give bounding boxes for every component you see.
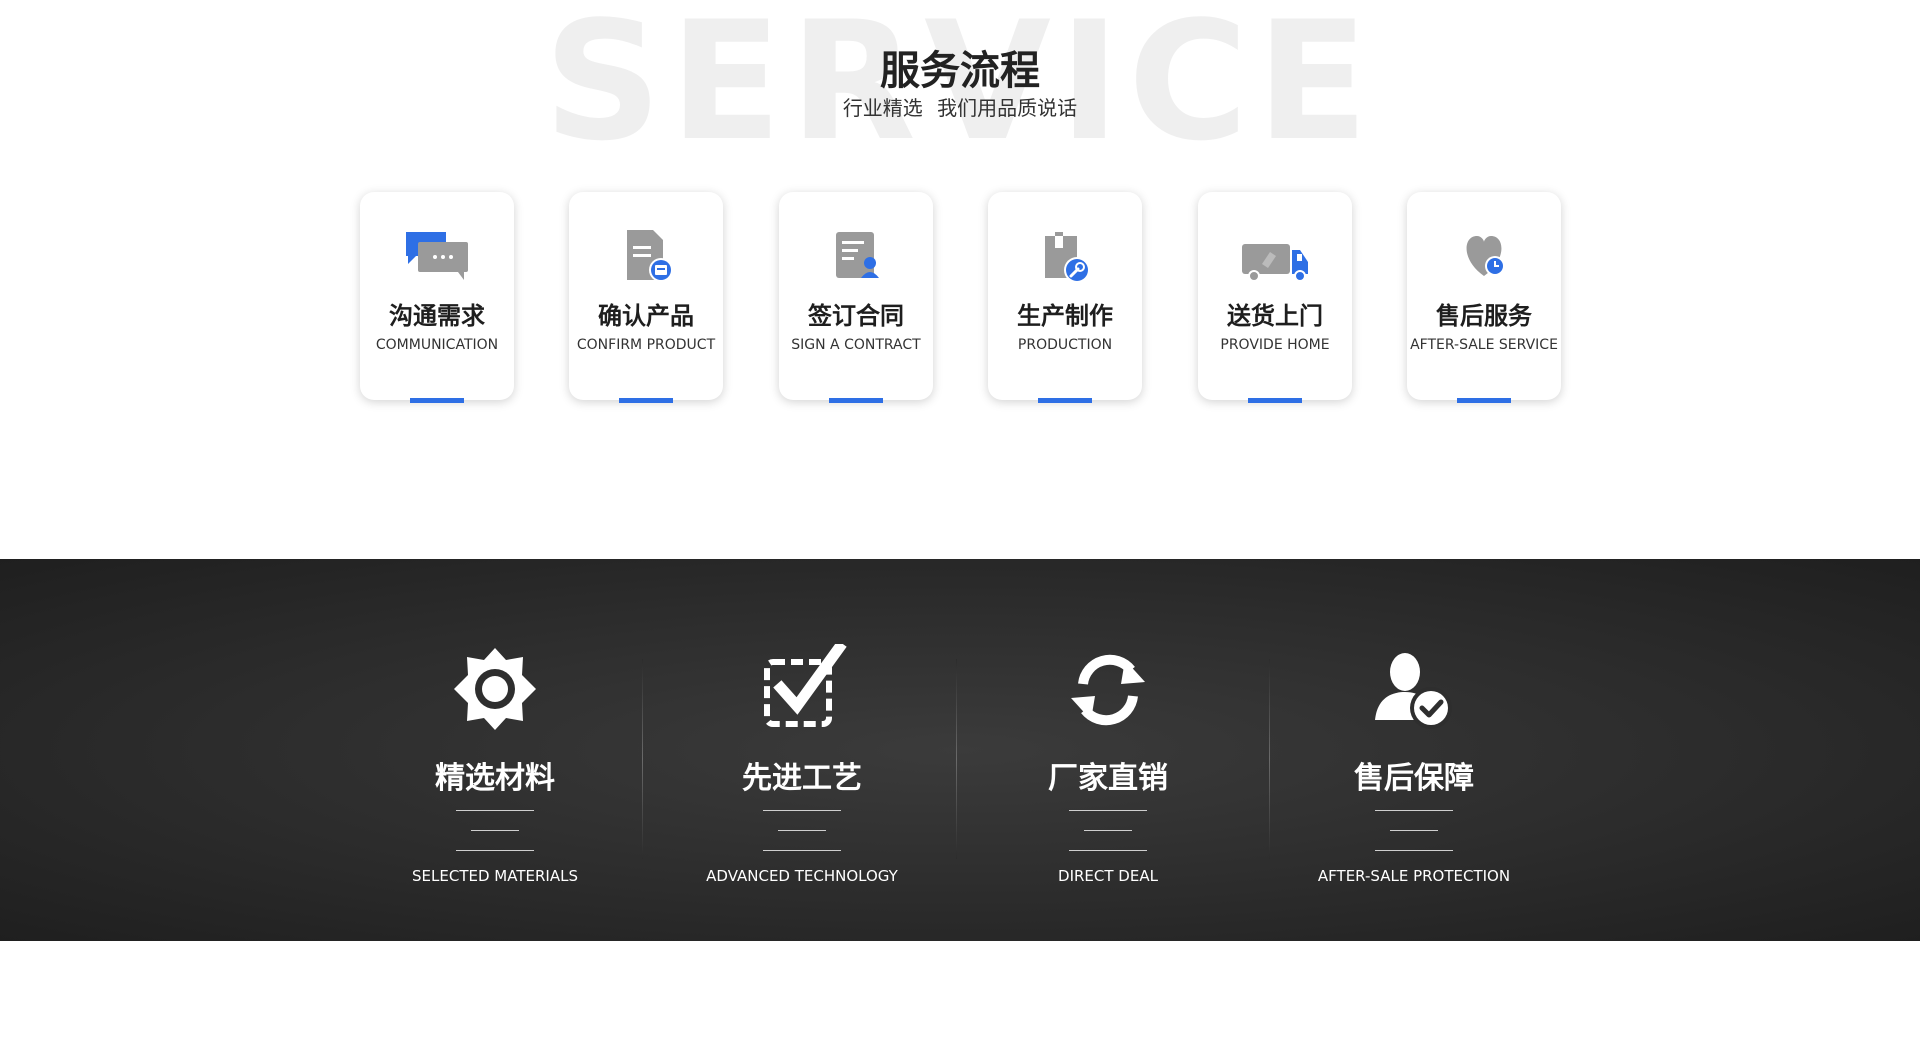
section-title: 服务流程 <box>880 48 1040 94</box>
card-accent-bar <box>829 398 883 403</box>
decorative-line <box>778 830 826 831</box>
card-accent-bar <box>410 398 464 403</box>
process-card-communication[interactable]: 沟通需求 COMMUNICATION <box>360 192 514 403</box>
step-subtitle: PROVIDE HOME <box>1220 337 1330 353</box>
step-title: 沟通需求 <box>389 302 485 330</box>
feature-selected-materials: 精选材料 SELECTED MATERIALS <box>345 559 645 941</box>
decorative-line <box>471 830 519 831</box>
feature-subtitle: SELECTED MATERIALS <box>412 867 578 885</box>
step-subtitle: CONFIRM PRODUCT <box>576 337 716 353</box>
chat-bubbles-icon <box>406 232 468 280</box>
feature-title: 厂家直销 <box>1048 761 1168 796</box>
feature-title: 先进工艺 <box>742 761 862 796</box>
checkbox-icon <box>764 644 847 727</box>
feature-after-sale-protection: 售后保障 AFTER-SALE PROTECTION <box>1264 559 1564 941</box>
card-accent-bar <box>1038 398 1092 403</box>
wrench-document-icon <box>1045 232 1090 283</box>
process-card-provide-home[interactable]: 送货上门 PROVIDE HOME <box>1198 192 1352 403</box>
step-title: 确认产品 <box>598 302 694 330</box>
feature-divider <box>956 659 957 859</box>
step-subtitle: PRODUCTION <box>1017 337 1113 353</box>
decorative-line <box>1390 830 1438 831</box>
feature-subtitle: DIRECT DEAL <box>1058 867 1158 885</box>
feature-title: 精选材料 <box>435 761 555 796</box>
decorative-line <box>456 810 534 811</box>
process-card-production[interactable]: 生产制作 PRODUCTION <box>988 192 1142 403</box>
step-subtitle: SIGN A CONTRACT <box>791 337 921 353</box>
step-title: 签订合同 <box>808 302 904 330</box>
process-card-sign-contract[interactable]: 签订合同 SIGN A CONTRACT <box>779 192 933 403</box>
decorative-line <box>1375 850 1453 851</box>
heart-clock-icon <box>1466 236 1505 276</box>
step-subtitle: AFTER-SALE SERVICE <box>1410 337 1558 353</box>
document-check-icon <box>627 230 673 282</box>
user-check-icon <box>1375 653 1452 729</box>
contract-signer-icon <box>836 232 879 278</box>
feature-divider <box>642 659 643 859</box>
step-title: 送货上门 <box>1227 302 1323 330</box>
decorative-line <box>763 810 841 811</box>
step-subtitle: COMMUNICATION <box>375 337 499 353</box>
card-accent-bar <box>1248 398 1302 403</box>
feature-subtitle: ADVANCED TECHNOLOGY <box>706 867 898 885</box>
delivery-truck-icon <box>1242 244 1308 282</box>
process-card-confirm-product[interactable]: 确认产品 CONFIRM PRODUCT <box>569 192 723 403</box>
feature-direct-deal: 厂家直销 DIRECT DEAL <box>958 559 1258 941</box>
step-title: 生产制作 <box>1017 302 1113 330</box>
process-steps: 沟通需求 COMMUNICATION 确认产品 CONFIRM PRODUCT <box>360 192 1561 403</box>
card-accent-bar <box>1457 398 1511 403</box>
feature-advanced-technology: 先进工艺 ADVANCED TECHNOLOGY <box>652 559 952 941</box>
gear-icon <box>454 648 536 730</box>
section-subtitle: 行业精选 我们用品质说话 <box>842 96 1078 120</box>
step-title: 售后服务 <box>1436 302 1532 330</box>
feature-subtitle: AFTER-SALE PROTECTION <box>1317 867 1511 885</box>
decorative-line <box>763 850 841 851</box>
service-section: SERVICE 服务流程 行业精选 我们用品质说话 沟通需求 COMMUNICA… <box>0 0 1920 559</box>
decorative-line <box>1069 850 1147 851</box>
feature-title: 售后保障 <box>1354 761 1474 796</box>
decorative-line <box>456 850 534 851</box>
decorative-line <box>1084 830 1132 831</box>
decorative-line <box>1375 810 1453 811</box>
features-section: 精选材料 SELECTED MATERIALS 先进工艺 ADVANCED TE… <box>0 559 1920 941</box>
process-card-after-sale[interactable]: 售后服务 AFTER-SALE SERVICE <box>1407 192 1561 403</box>
refresh-icon <box>1071 654 1145 726</box>
card-accent-bar <box>619 398 673 403</box>
decorative-line <box>1069 810 1147 811</box>
